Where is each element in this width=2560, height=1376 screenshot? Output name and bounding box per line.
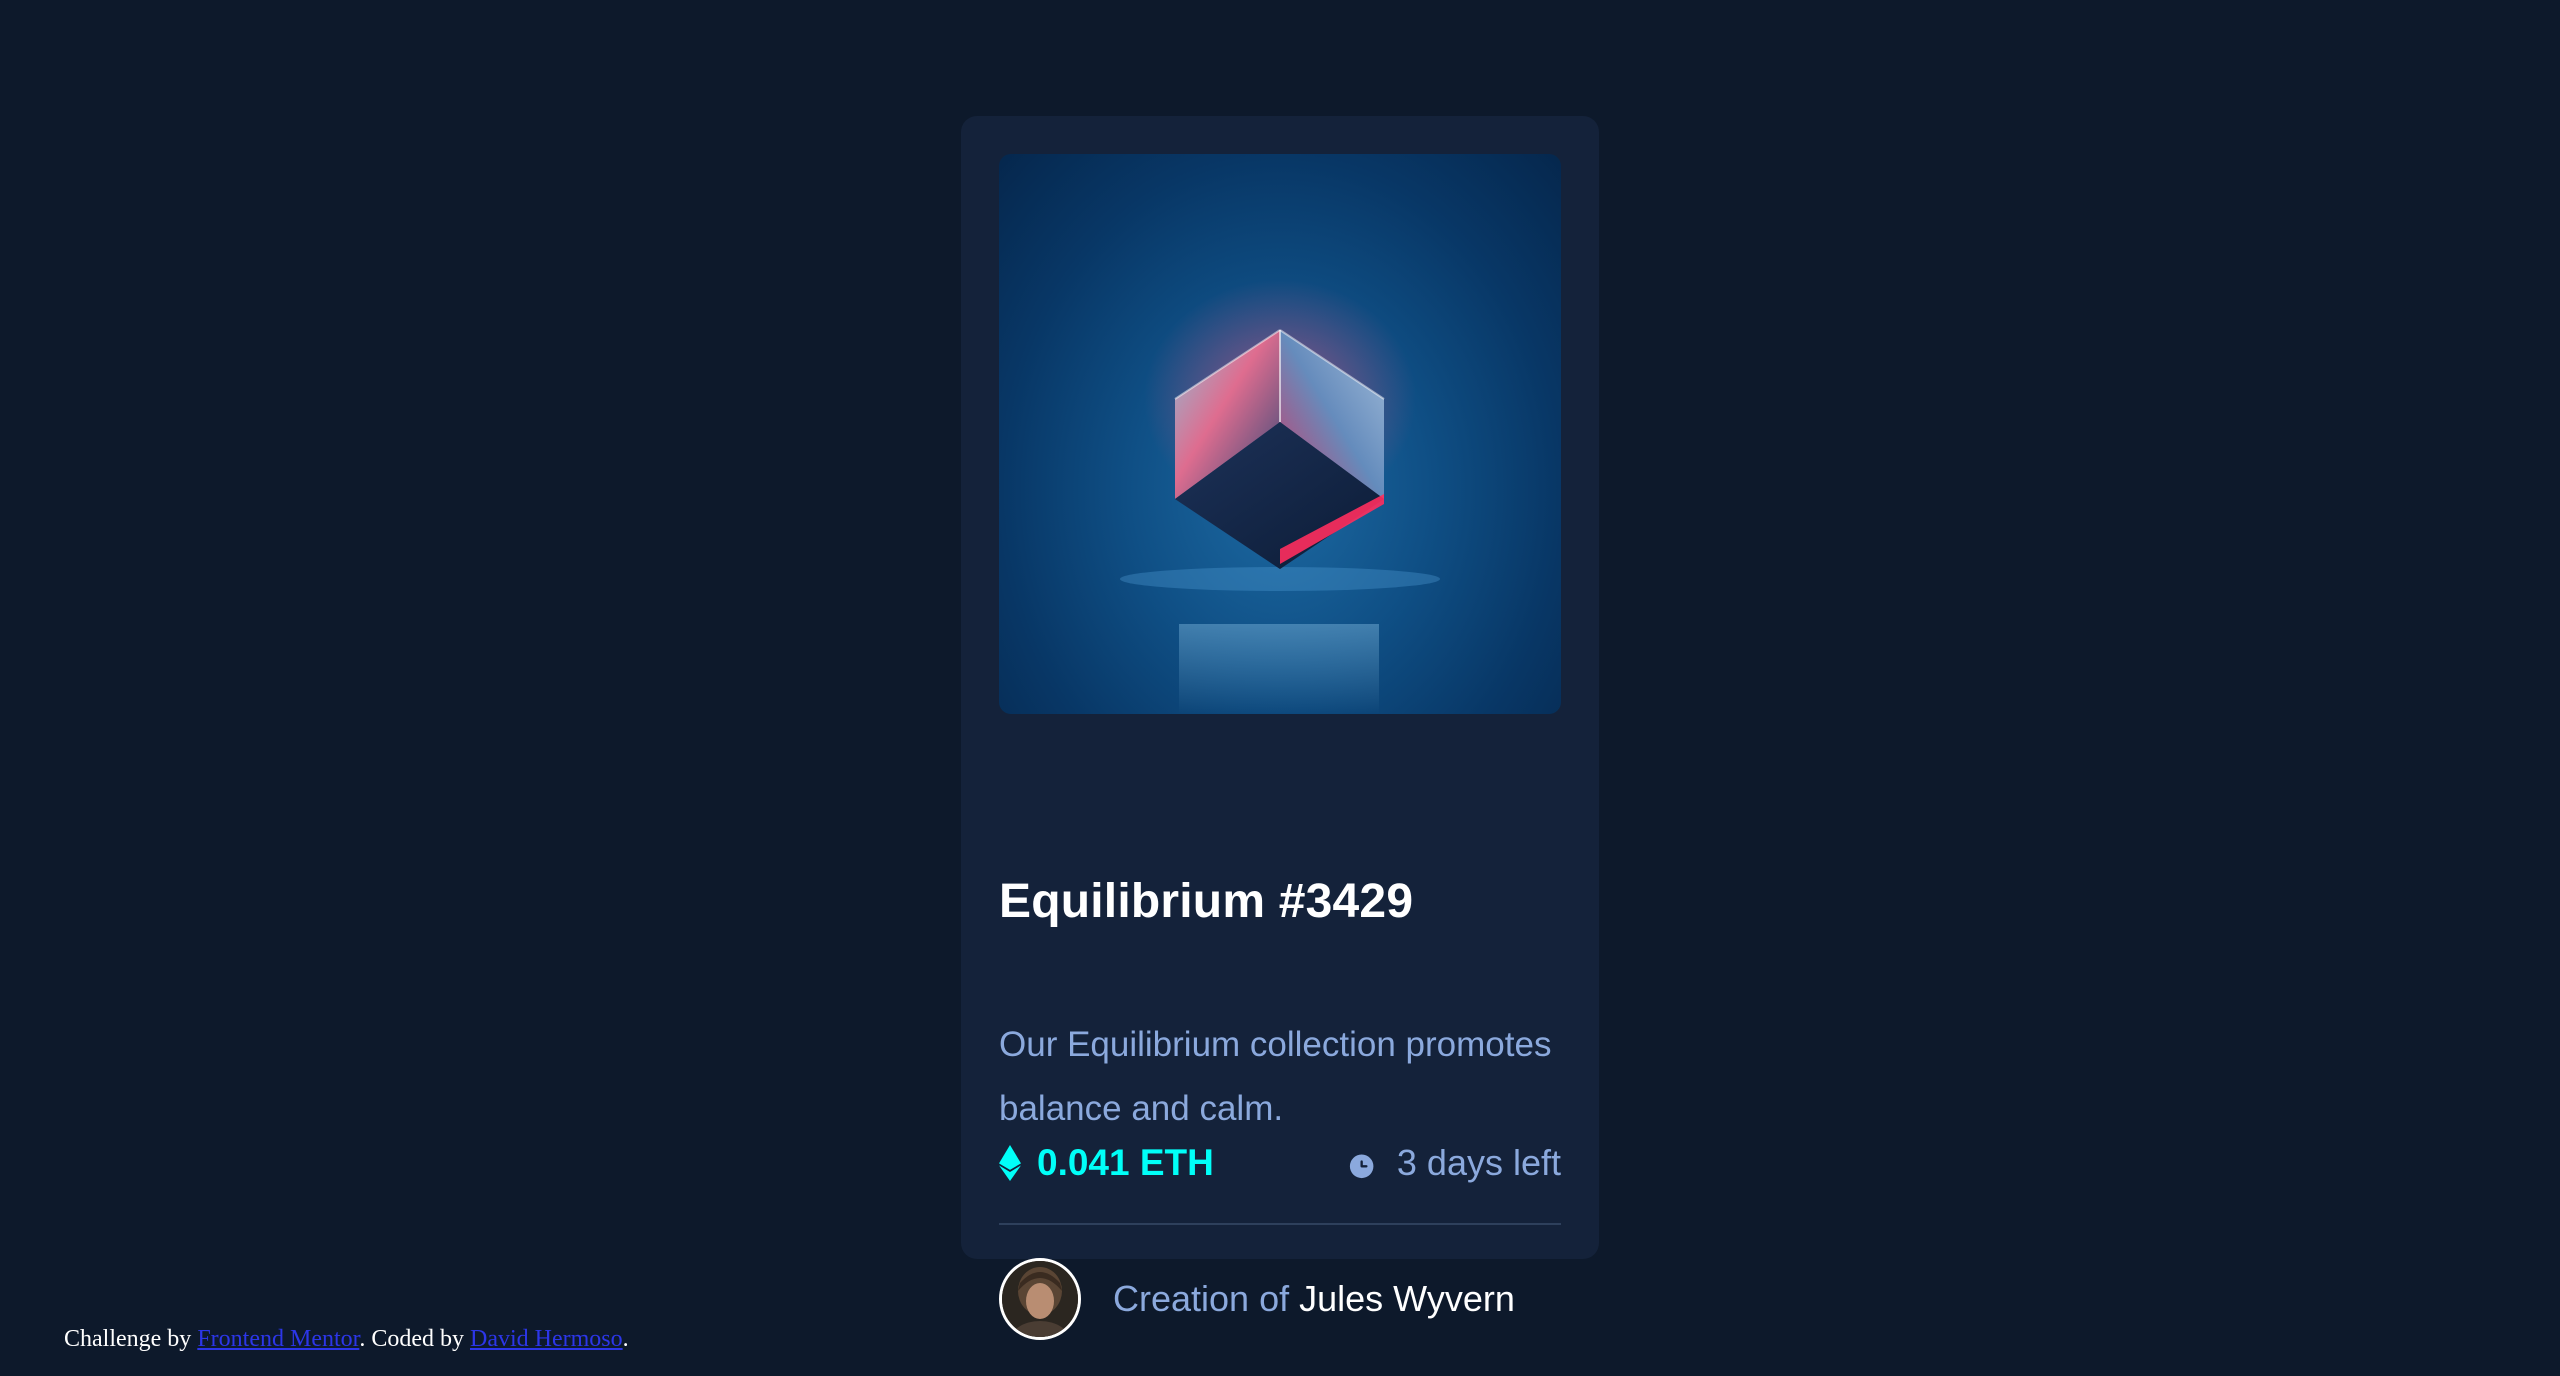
author-link[interactable]: David Hermoso xyxy=(470,1326,623,1352)
price-value: 0.041 ETH xyxy=(1037,1142,1214,1183)
card-divider xyxy=(999,1223,1561,1225)
attribution-middle: . Coded by xyxy=(359,1326,464,1352)
attribution-prefix: Challenge by xyxy=(64,1326,192,1352)
creator-prefix: Creation of xyxy=(1113,1278,1290,1319)
creator-name-link[interactable]: Jules Wyvern xyxy=(1299,1278,1515,1319)
nft-stats: 0.041 ETH 3 days left xyxy=(999,1142,1561,1196)
cube-illustration xyxy=(1110,264,1450,714)
nft-description: Our Equilibrium collection promotes bala… xyxy=(999,1025,1552,1128)
nft-image[interactable] xyxy=(999,154,1561,714)
price-info: 0.041 ETH xyxy=(999,1142,1214,1184)
clock-icon xyxy=(1347,1148,1377,1179)
creator-label: Creation of Jules Wyvern xyxy=(1113,1278,1515,1320)
creator-info: Creation of Jules Wyvern xyxy=(999,1258,1515,1340)
page: Equilibrium #3429 Our Equilibrium collec… xyxy=(0,0,2560,1376)
avatar xyxy=(999,1258,1081,1340)
attribution: Challenge by Frontend Mentor. Coded by D… xyxy=(64,1326,629,1353)
ethereum-icon xyxy=(999,1144,1021,1182)
nft-card: Equilibrium #3429 Our Equilibrium collec… xyxy=(961,116,1599,1340)
time-info: 3 days left xyxy=(1347,1142,1561,1184)
attribution-suffix: . xyxy=(622,1326,629,1352)
frontend-mentor-link[interactable]: Frontend Mentor xyxy=(197,1326,359,1352)
nft-title[interactable]: Equilibrium #3429 xyxy=(999,878,1413,926)
time-left-value: 3 days left xyxy=(1396,1142,1561,1183)
